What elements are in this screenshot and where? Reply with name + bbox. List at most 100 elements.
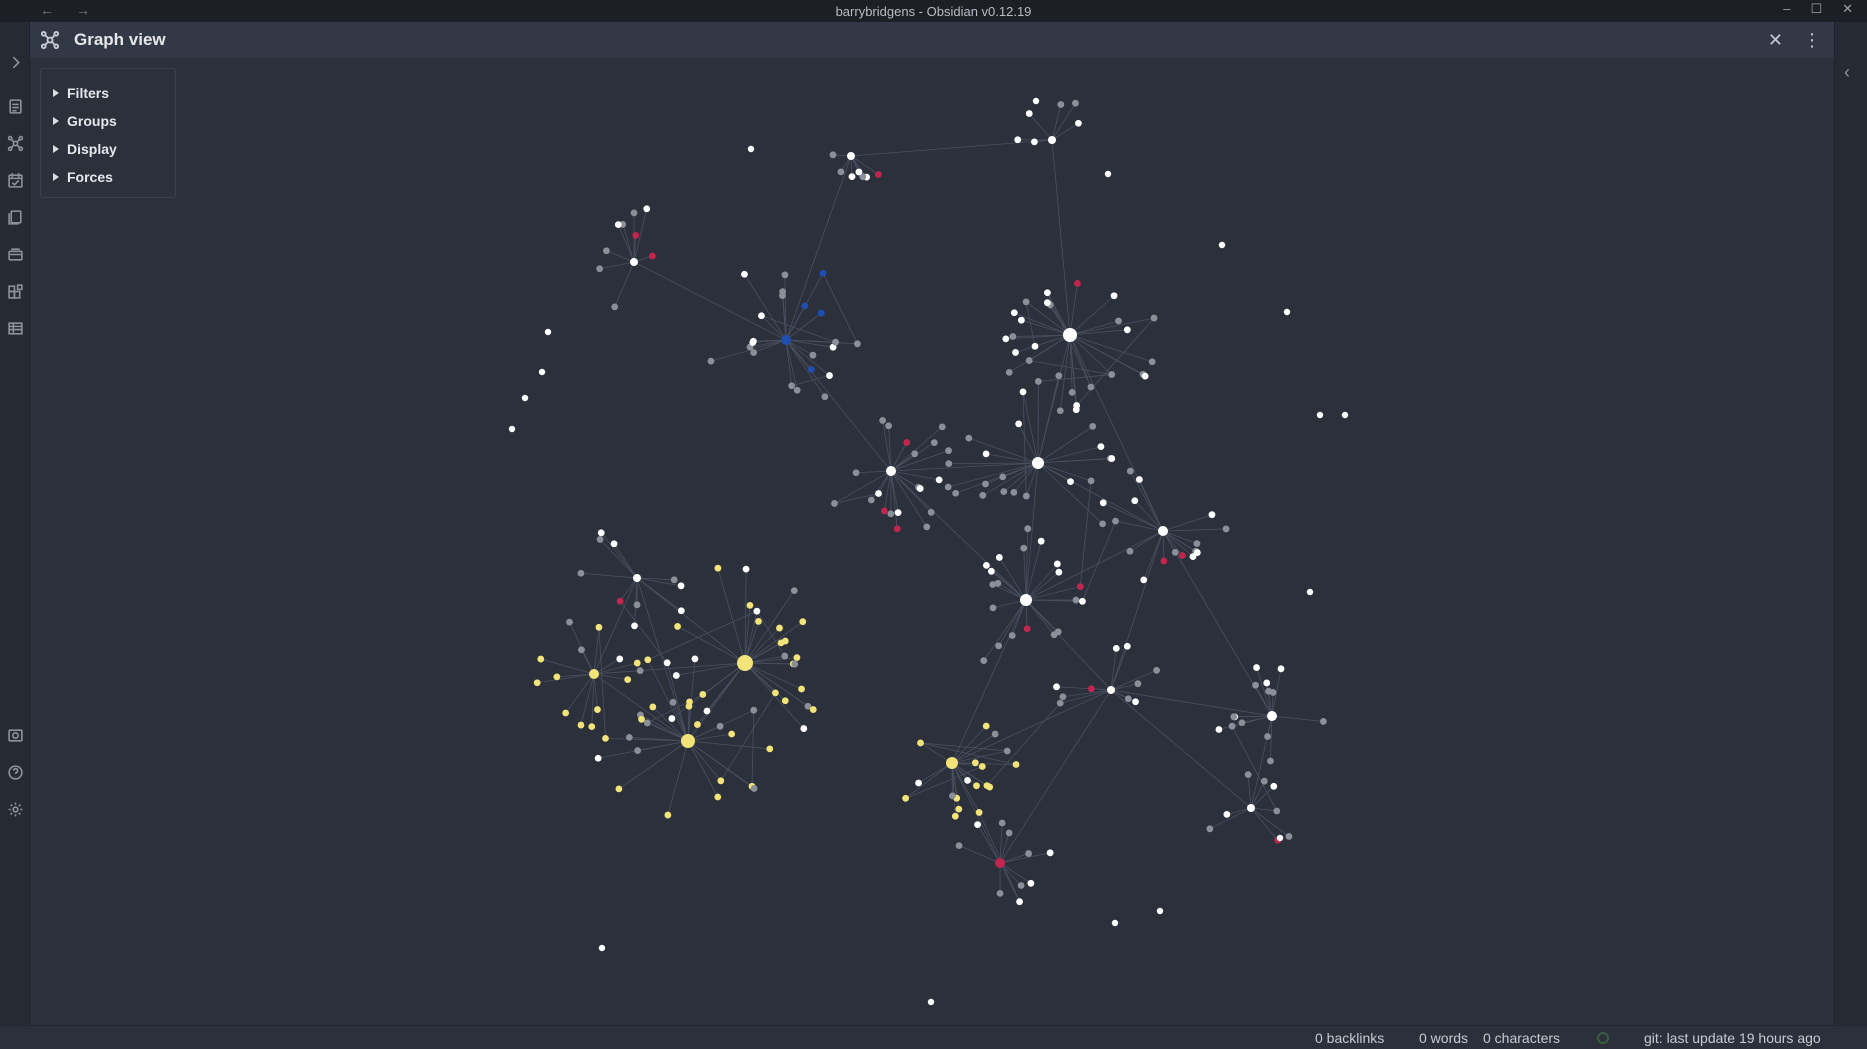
graph-node[interactable] xyxy=(1038,538,1045,545)
graph-node[interactable] xyxy=(1088,384,1095,391)
graph-node[interactable] xyxy=(917,485,924,492)
graph-node[interactable] xyxy=(1124,643,1131,650)
graph-node[interactable] xyxy=(597,536,604,543)
graph-node[interactable] xyxy=(1073,597,1080,604)
graph-node[interactable] xyxy=(1023,493,1030,500)
graph-node[interactable] xyxy=(983,562,990,569)
graph-node[interactable] xyxy=(903,439,910,446)
graph-node[interactable] xyxy=(1067,478,1074,485)
graph-node[interactable] xyxy=(794,387,801,394)
help-icon[interactable] xyxy=(5,762,25,782)
graph-node[interactable] xyxy=(1044,289,1051,296)
graph-node[interactable] xyxy=(1284,309,1290,315)
graph-node[interactable] xyxy=(986,784,993,791)
graph-node[interactable] xyxy=(782,697,789,704)
graph-node[interactable] xyxy=(598,529,605,536)
graph-node[interactable] xyxy=(595,755,602,762)
graph-node[interactable] xyxy=(818,310,825,317)
graph-node[interactable] xyxy=(694,721,701,728)
graph-view-icon[interactable] xyxy=(5,133,25,153)
workspaces-icon[interactable] xyxy=(5,281,25,301)
graph-node[interactable] xyxy=(868,497,875,504)
graph-node[interactable] xyxy=(885,422,892,429)
graph-node[interactable] xyxy=(539,369,545,375)
graph-node[interactable] xyxy=(1051,631,1058,638)
graph-node[interactable] xyxy=(856,169,863,176)
daily-note-icon[interactable] xyxy=(5,170,25,190)
graph-node[interactable] xyxy=(649,704,656,711)
graph-canvas-area[interactable] xyxy=(30,58,1835,1025)
graph-node[interactable] xyxy=(617,598,624,605)
graph-node[interactable] xyxy=(979,492,986,499)
graph-node[interactable] xyxy=(1063,328,1077,342)
graph-node[interactable] xyxy=(915,780,922,787)
graph-node[interactable] xyxy=(1057,407,1064,414)
graph-node[interactable] xyxy=(634,660,641,667)
groups-section-toggle[interactable]: Groups xyxy=(41,107,175,135)
graph-node[interactable] xyxy=(1261,778,1268,785)
graph-node[interactable] xyxy=(1100,499,1107,506)
graph-node[interactable] xyxy=(808,366,815,373)
graph-node[interactable] xyxy=(678,607,685,614)
graph-node[interactable] xyxy=(1035,378,1042,385)
graph-node[interactable] xyxy=(1011,309,1018,316)
close-pane-icon[interactable]: ✕ xyxy=(1768,30,1783,51)
graph-node[interactable] xyxy=(643,205,650,212)
graph-node[interactable] xyxy=(670,699,677,706)
graph-node[interactable] xyxy=(931,439,938,446)
graph-node[interactable] xyxy=(794,654,801,661)
graph-node[interactable] xyxy=(1125,695,1132,702)
graph-node[interactable] xyxy=(1179,552,1186,559)
graph-node[interactable] xyxy=(1006,830,1013,837)
expand-sidebar-icon[interactable] xyxy=(5,52,25,72)
graph-node[interactable] xyxy=(1018,317,1025,324)
graph-node[interactable] xyxy=(1223,811,1230,818)
graph-node[interactable] xyxy=(1079,598,1086,605)
graph-node[interactable] xyxy=(996,554,1003,561)
graph-node[interactable] xyxy=(1024,525,1031,532)
graph-node[interactable] xyxy=(1124,326,1131,333)
graph-node[interactable] xyxy=(820,270,827,277)
graph-node[interactable] xyxy=(1112,920,1118,926)
graph-node[interactable] xyxy=(1264,733,1271,740)
graph-node[interactable] xyxy=(1206,825,1213,832)
graph-node[interactable] xyxy=(649,253,656,260)
graph-node[interactable] xyxy=(936,476,943,483)
graph-node[interactable] xyxy=(758,312,765,319)
graph-node[interactable] xyxy=(781,653,788,660)
graph-node[interactable] xyxy=(1020,594,1032,606)
graph-node[interactable] xyxy=(578,722,585,729)
graph-node[interactable] xyxy=(1054,561,1061,568)
graph-node[interactable] xyxy=(1023,298,1030,305)
graph-node[interactable] xyxy=(1142,373,1149,380)
graph-node[interactable] xyxy=(1026,110,1033,117)
graph-node[interactable] xyxy=(854,340,861,347)
graph-node[interactable] xyxy=(553,673,560,680)
graph-node[interactable] xyxy=(1135,680,1142,687)
tables-icon[interactable] xyxy=(5,318,25,338)
graph-node[interactable] xyxy=(799,618,806,625)
graph-node[interactable] xyxy=(949,793,956,800)
graph-node[interactable] xyxy=(1320,718,1327,725)
graph-node[interactable] xyxy=(1000,488,1007,495)
graph-node[interactable] xyxy=(1247,804,1255,812)
graph-node[interactable] xyxy=(1074,280,1081,287)
graph-node[interactable] xyxy=(1209,511,1216,518)
graph-node[interactable] xyxy=(1131,497,1138,504)
graph-node[interactable] xyxy=(755,618,762,625)
graph-node[interactable] xyxy=(1033,98,1039,104)
graph-node[interactable] xyxy=(782,271,789,278)
graph-node[interactable] xyxy=(791,661,798,668)
graph-node[interactable] xyxy=(1025,850,1032,857)
graph-node[interactable] xyxy=(1069,389,1076,396)
graph-node[interactable] xyxy=(1026,357,1033,364)
graph-node[interactable] xyxy=(638,716,645,723)
graph-node[interactable] xyxy=(1032,343,1039,350)
graph-node[interactable] xyxy=(997,890,1004,897)
graph-node[interactable] xyxy=(1219,242,1225,248)
minimize-icon[interactable]: – xyxy=(1783,1,1790,17)
graph-node[interactable] xyxy=(1009,333,1016,340)
graph-node[interactable] xyxy=(509,426,515,432)
graph-node[interactable] xyxy=(671,576,678,583)
graph-node[interactable] xyxy=(1307,589,1313,595)
